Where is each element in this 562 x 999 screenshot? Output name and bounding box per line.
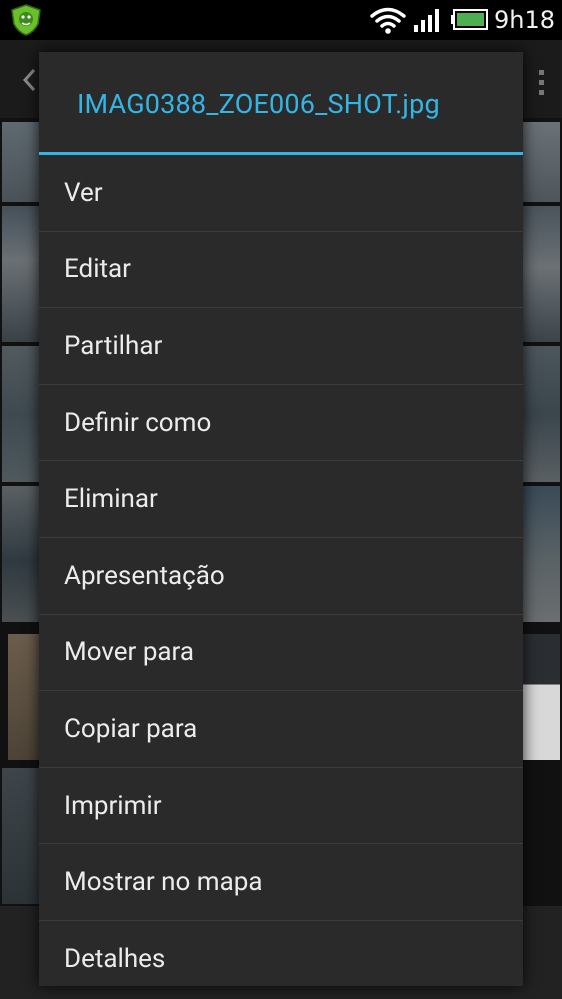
thumbnail[interactable] — [2, 486, 39, 622]
menu-item-label: Mostrar no mapa — [64, 867, 263, 898]
thumbnail[interactable] — [8, 634, 39, 760]
menu-item-label: Definir como — [64, 407, 212, 438]
thumbnail[interactable] — [523, 634, 560, 760]
status-clock: 9h18 — [494, 6, 556, 34]
menu-item-apresentacao[interactable]: Apresentação — [39, 538, 523, 615]
menu-item-detalhes[interactable]: Detalhes — [39, 921, 523, 997]
shield-lion-icon — [11, 4, 41, 36]
menu-item-label: Imprimir — [64, 790, 162, 821]
thumbnail[interactable] — [2, 346, 39, 482]
overflow-menu-icon[interactable] — [537, 68, 547, 98]
menu-item-label: Eliminar — [64, 484, 158, 515]
thumbnail[interactable] — [523, 346, 560, 482]
menu-item-copiar-para[interactable]: Copiar para — [39, 691, 523, 768]
thumbnail[interactable] — [523, 486, 560, 622]
menu-item-partilhar[interactable]: Partilhar — [39, 308, 523, 385]
menu-item-eliminar[interactable]: Eliminar — [39, 461, 523, 538]
thumbnail[interactable] — [523, 122, 560, 202]
menu-item-definir-como[interactable]: Definir como — [39, 385, 523, 462]
thumbnail[interactable] — [2, 768, 39, 904]
menu-item-label: Detalhes — [64, 943, 166, 974]
menu-item-ver[interactable]: Ver — [39, 155, 523, 232]
signal-bars-icon — [414, 9, 439, 32]
thumbnail[interactable] — [2, 122, 39, 202]
context-menu-dialog: IMAG0388_ZOE006_SHOT.jpg Ver Editar Part… — [39, 52, 523, 986]
battery-icon — [451, 9, 488, 30]
chevron-left-icon[interactable] — [22, 68, 36, 92]
menu-item-label: Mover para — [64, 637, 194, 668]
menu-item-label: Apresentação — [64, 560, 225, 591]
menu-item-imprimir[interactable]: Imprimir — [39, 768, 523, 845]
menu-item-label: Ver — [64, 177, 103, 208]
thumbnail[interactable] — [523, 206, 560, 342]
menu-item-mostrar-no-mapa[interactable]: Mostrar no mapa — [39, 844, 523, 921]
context-menu-list: Ver Editar Partilhar Definir como Elimin… — [39, 155, 523, 997]
menu-item-label: Partilhar — [64, 330, 163, 361]
menu-item-mover-para[interactable]: Mover para — [39, 615, 523, 692]
dialog-title: IMAG0388_ZOE006_SHOT.jpg — [77, 88, 440, 120]
menu-item-label: Editar — [64, 254, 131, 285]
menu-item-editar[interactable]: Editar — [39, 232, 523, 309]
dialog-header: IMAG0388_ZOE006_SHOT.jpg — [39, 52, 523, 152]
wifi-icon — [370, 7, 406, 34]
thumbnail[interactable] — [2, 206, 39, 342]
status-bar: 9h18 — [0, 0, 562, 40]
menu-item-label: Copiar para — [64, 713, 198, 744]
